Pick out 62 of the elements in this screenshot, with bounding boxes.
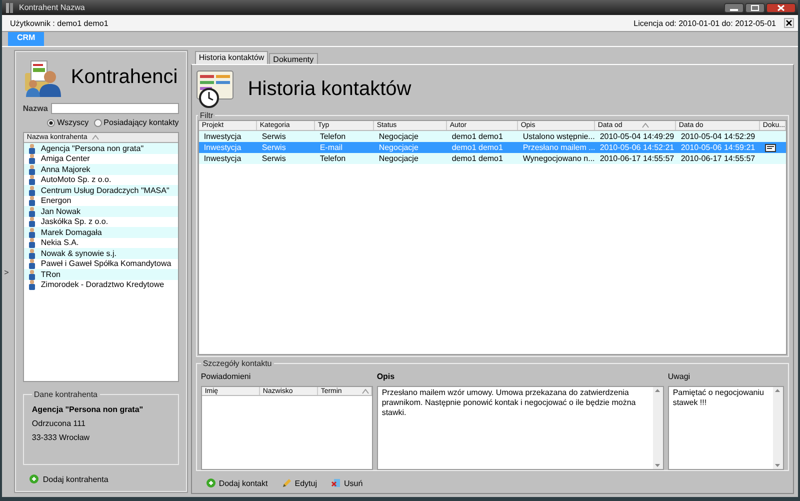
table-cell-text: demo1 demo1 [450, 143, 504, 152]
panel-title: Kontrahenci [70, 66, 178, 90]
name-label: Nazwa [22, 104, 48, 114]
delete-button[interactable]: Usuń [330, 478, 363, 488]
table-cell-text: 2010-06-17 14:55:57 [598, 154, 676, 163]
table-cell-text: Telefon [318, 132, 347, 141]
table-cell-text: Serwis [260, 154, 287, 163]
text-content: Przesłano mailem wzór umowy. Umowa przekazana do zatwierdzenia prawnikom. Następnie ponowić kontak i negocjować o ile będzie można stawki. [380, 387, 637, 419]
table-cell-text: Ustalono wstępnie... [522, 132, 595, 141]
radio-label: Posiadający kontakty [104, 118, 179, 128]
table-cell-text: 2010-05-06 14:52:21 [598, 143, 676, 152]
contractor-name[interactable]: Paweł i Gaweł Spółka Komandytowa [40, 259, 172, 268]
street-address: Odrzucona 111 [32, 419, 86, 428]
section-label: Uwagi [668, 371, 692, 380]
group-title: Szczegóły kontaktu [202, 359, 273, 368]
group-title: Dane kontrahenta [32, 390, 99, 400]
section-label: Opis [376, 371, 396, 380]
table-cell-text: Negocjacje [378, 132, 420, 141]
contractor-name: Agencja "Persona non grata" [32, 405, 144, 414]
text-area[interactable]: Pamiętać o negocjowaniu stawek !!! [668, 386, 784, 470]
add-button[interactable]: Dodaj kontakt [206, 478, 268, 488]
text-area[interactable]: Przesłano mailem wzór umowy. Umowa przekazana do zatwierdzenia prawnikom. Następnie ponowić kontak i negocjować o ile będzie można stawki. [376, 386, 664, 470]
table-cell-text: Inwestycja [202, 132, 242, 141]
text-content: Pamiętać o negocjowaniu stawek !!! [672, 387, 765, 409]
table-cell-text: 2010-05-04 14:49:29 [598, 132, 676, 141]
section-label: Powiadomieni [200, 371, 252, 380]
tab[interactable]: Dokumenty [269, 53, 318, 64]
group-title: Filtr [198, 111, 214, 120]
table-cell-text: Negocjacje [378, 143, 420, 152]
table-cell-text: demo1 demo1 [450, 154, 504, 163]
contractor-name[interactable]: Energon [40, 196, 72, 206]
table-cell-text: Wynegocjowano n... [522, 154, 595, 163]
contractor-name[interactable]: Zimorodek - Doradztwo Kredytowe [40, 280, 164, 290]
tab[interactable]: Historia kontaktów [194, 51, 268, 64]
add-contractor-button[interactable]: Dodaj kontrahenta [22, 473, 179, 486]
contractor-name[interactable]: TRon [40, 270, 60, 279]
table-cell-text: Serwis [260, 143, 287, 152]
contractor-name[interactable]: AutoMoto Sp. z o.o. [40, 175, 112, 184]
contractor-name[interactable]: Nekia S.A. [40, 238, 79, 248]
collapse-arrow[interactable]: > [4, 268, 9, 276]
table-cell-text: 2010-06-17 14:55:57 [680, 154, 756, 163]
user-label: Użytkownik : demo1 demo1 [10, 18, 110, 28]
city-address: 33-333 Wrocław [32, 433, 91, 442]
table-cell-text: demo1 demo1 [450, 132, 504, 141]
table-cell-text: 2010-05-06 14:59:21 [680, 143, 756, 152]
table-cell-text: Negocjacje [378, 154, 420, 163]
table-cell-text: Inwestycja [202, 154, 242, 163]
table-cell-text: 2010-05-04 14:52:29 [680, 132, 756, 141]
table-cell-text: Serwis [260, 132, 287, 141]
table-row[interactable]: Inwestycja Serwis Telefon Negocjacje demo1 demo1 Ustalono wstępnie... 2010-05-04 14:49:29 2010-05-04 14:52:29 [198, 131, 786, 142]
table-cell-text: Inwestycja [202, 143, 242, 152]
window-title: Kontrahent Nazwa [19, 3, 86, 12]
table-cell-text: Przesłano mailem ... [522, 143, 595, 152]
edit-button[interactable]: Edytuj [282, 478, 317, 488]
table-row[interactable]: Inwestycja Serwis Telefon Negocjacje demo1 demo1 Wynegocjowano n... 2010-06-17 14:55:57 2010-06-17 14:55:57 [198, 153, 786, 164]
contractor-name[interactable]: Jaskółka Sp. z o.o. [40, 217, 108, 226]
license-label: Licencja od: 2010-01-01 do: 2012-05-01 [634, 18, 776, 28]
table-cell-text: E-mail [318, 143, 344, 152]
table-cell-text: Telefon [318, 154, 347, 163]
contractor-name[interactable]: Amiga Center [40, 154, 90, 164]
radio-label: Wszyscy [57, 118, 89, 128]
panel-title: Historia kontaktów [248, 78, 412, 100]
